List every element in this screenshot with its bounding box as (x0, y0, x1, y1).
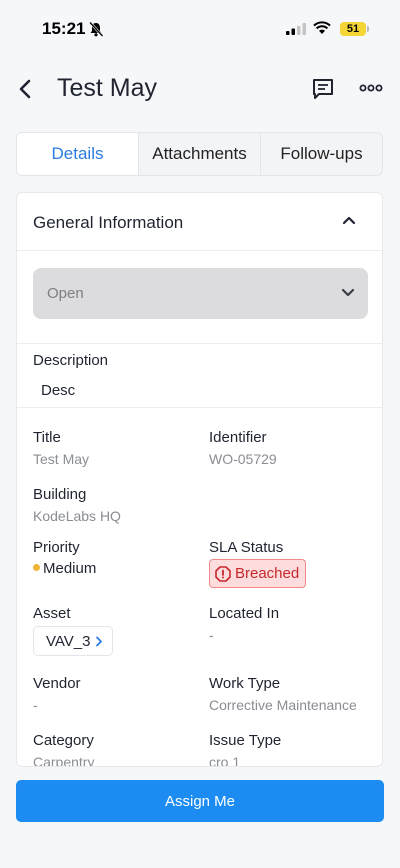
detail-tabs: Details Attachments Follow-ups (16, 132, 383, 176)
description-value: Desc (41, 382, 76, 399)
category-value: Carpentry (33, 754, 95, 767)
back-arrow-icon[interactable] (16, 76, 36, 102)
battery-tip (367, 26, 369, 32)
chevron-up-icon[interactable] (342, 215, 356, 225)
status-time: 15:21 (42, 19, 86, 38)
assign-me-button[interactable]: Assign Me (16, 780, 384, 822)
priority-dot (33, 564, 40, 571)
cellular-signal-icon (286, 23, 306, 35)
vendor-label: Vendor (33, 675, 81, 692)
comment-icon[interactable] (311, 77, 335, 101)
category-label: Category (33, 732, 94, 749)
divider (17, 407, 382, 408)
work-type-value: Corrective Maintenance (209, 697, 357, 713)
identifier-label: Identifier (209, 429, 267, 446)
page-title: Test May (57, 74, 158, 102)
tab-attachments[interactable]: Attachments (138, 133, 260, 175)
chevron-down-icon (341, 288, 355, 297)
located-in-value: - (209, 627, 214, 643)
vendor-value: - (33, 697, 38, 713)
chevron-right-icon (96, 636, 103, 646)
asset-value: VAV_3 (46, 632, 91, 650)
work-type-label: Work Type (209, 675, 281, 692)
tab-follow-ups[interactable]: Follow-ups (260, 133, 382, 175)
identifier-value: WO-05729 (209, 451, 277, 467)
asset-link[interactable]: VAV_3 (33, 626, 113, 656)
located-in-label: Located In (209, 605, 280, 622)
title-label: Title (33, 429, 61, 446)
building-value: KodeLabs HQ (33, 508, 121, 524)
section-title: General Information (33, 213, 184, 232)
status-bar: 15:21 51 (0, 0, 400, 60)
sla-status-value: Breached (235, 565, 300, 582)
status-dropdown[interactable]: Open (33, 268, 368, 319)
priority-value: Medium (43, 560, 97, 577)
top-app-bar: Test May (0, 60, 400, 120)
wifi-icon (313, 21, 331, 34)
priority-label: Priority (33, 539, 80, 556)
title-value: Test May (33, 451, 90, 467)
divider (17, 343, 382, 344)
alert-octagon-icon (215, 565, 231, 582)
status-value: Open (47, 285, 84, 302)
bell-muted-icon (89, 21, 104, 37)
building-label: Building (33, 486, 87, 503)
description-label: Description (33, 352, 109, 369)
sla-status-badge: Breached (209, 559, 307, 588)
general-information-header[interactable]: General Information (17, 193, 382, 251)
general-information-card: General Information Open Description Des… (16, 192, 383, 767)
issue-type-label: Issue Type (209, 732, 282, 749)
battery-indicator: 51 (340, 22, 366, 36)
asset-label: Asset (33, 605, 71, 622)
sla-status-label: SLA Status (209, 539, 284, 556)
tab-details[interactable]: Details (17, 133, 138, 175)
issue-type-value: cro 1 (209, 754, 241, 767)
more-options-icon[interactable] (359, 83, 383, 93)
